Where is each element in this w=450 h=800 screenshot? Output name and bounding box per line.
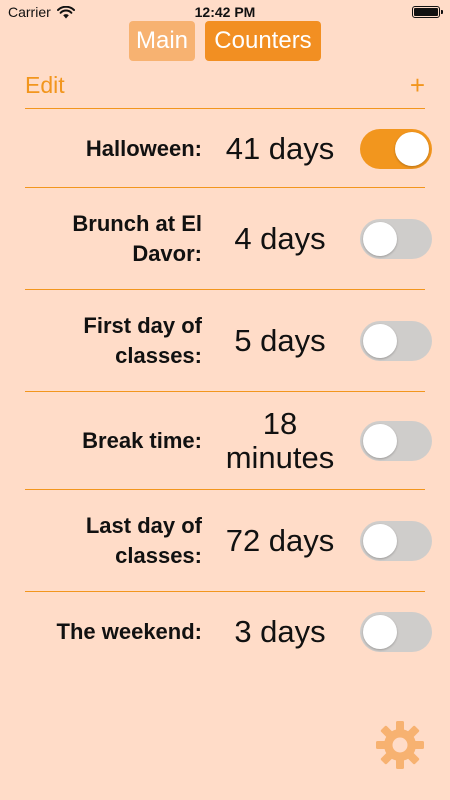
counter-row: Break time: 18 minutes (0, 392, 450, 490)
segmented-control: Main Counters (0, 21, 450, 61)
counter-row: Halloween: 41 days (0, 110, 450, 188)
counter-toggle[interactable] (360, 321, 432, 361)
counter-value: 41 days (225, 131, 335, 166)
battery-icon (412, 6, 443, 18)
counter-value: 3 days (234, 614, 326, 649)
counter-toggle[interactable] (360, 129, 432, 169)
counter-toggle[interactable] (360, 219, 432, 259)
counter-name: Brunch at El Davor: (72, 211, 202, 266)
segment-counters[interactable]: Counters (205, 21, 321, 61)
counter-toggle[interactable] (360, 612, 432, 652)
counter-toggle[interactable] (360, 521, 432, 561)
counter-value: 4 days (234, 221, 326, 256)
toggle-knob (363, 615, 397, 649)
toggle-knob (363, 424, 397, 458)
counter-name: First day of classes: (83, 313, 202, 368)
counter-value: 72 days (225, 523, 335, 558)
add-counter-button[interactable]: + (410, 70, 425, 101)
segment-main[interactable]: Main (129, 21, 195, 61)
toggle-knob (363, 524, 397, 558)
toggle-knob (363, 222, 397, 256)
counter-name: The weekend: (56, 619, 202, 644)
counter-value: 18 minutes (225, 406, 335, 475)
counter-value: 5 days (234, 323, 326, 358)
counter-list: Halloween: 41 days Brunch at El Davor: 4… (0, 110, 450, 672)
clock: 12:42 PM (194, 4, 256, 20)
counter-row: Brunch at El Davor: 4 days (0, 188, 450, 290)
counter-toggle[interactable] (360, 421, 432, 461)
counter-row: First day of classes: 5 days (0, 290, 450, 392)
toggle-knob (395, 132, 429, 166)
counter-name: Last day of classes: (85, 513, 202, 568)
list-toolbar: Edit + (25, 70, 425, 109)
gear-icon[interactable] (375, 720, 425, 770)
counter-row: Last day of classes: 72 days (0, 490, 450, 592)
counter-name: Halloween: (85, 136, 202, 161)
counter-name: Break time: (82, 428, 202, 453)
counter-row: The weekend: 3 days (0, 592, 450, 672)
toggle-knob (363, 324, 397, 358)
edit-button[interactable]: Edit (25, 72, 65, 99)
